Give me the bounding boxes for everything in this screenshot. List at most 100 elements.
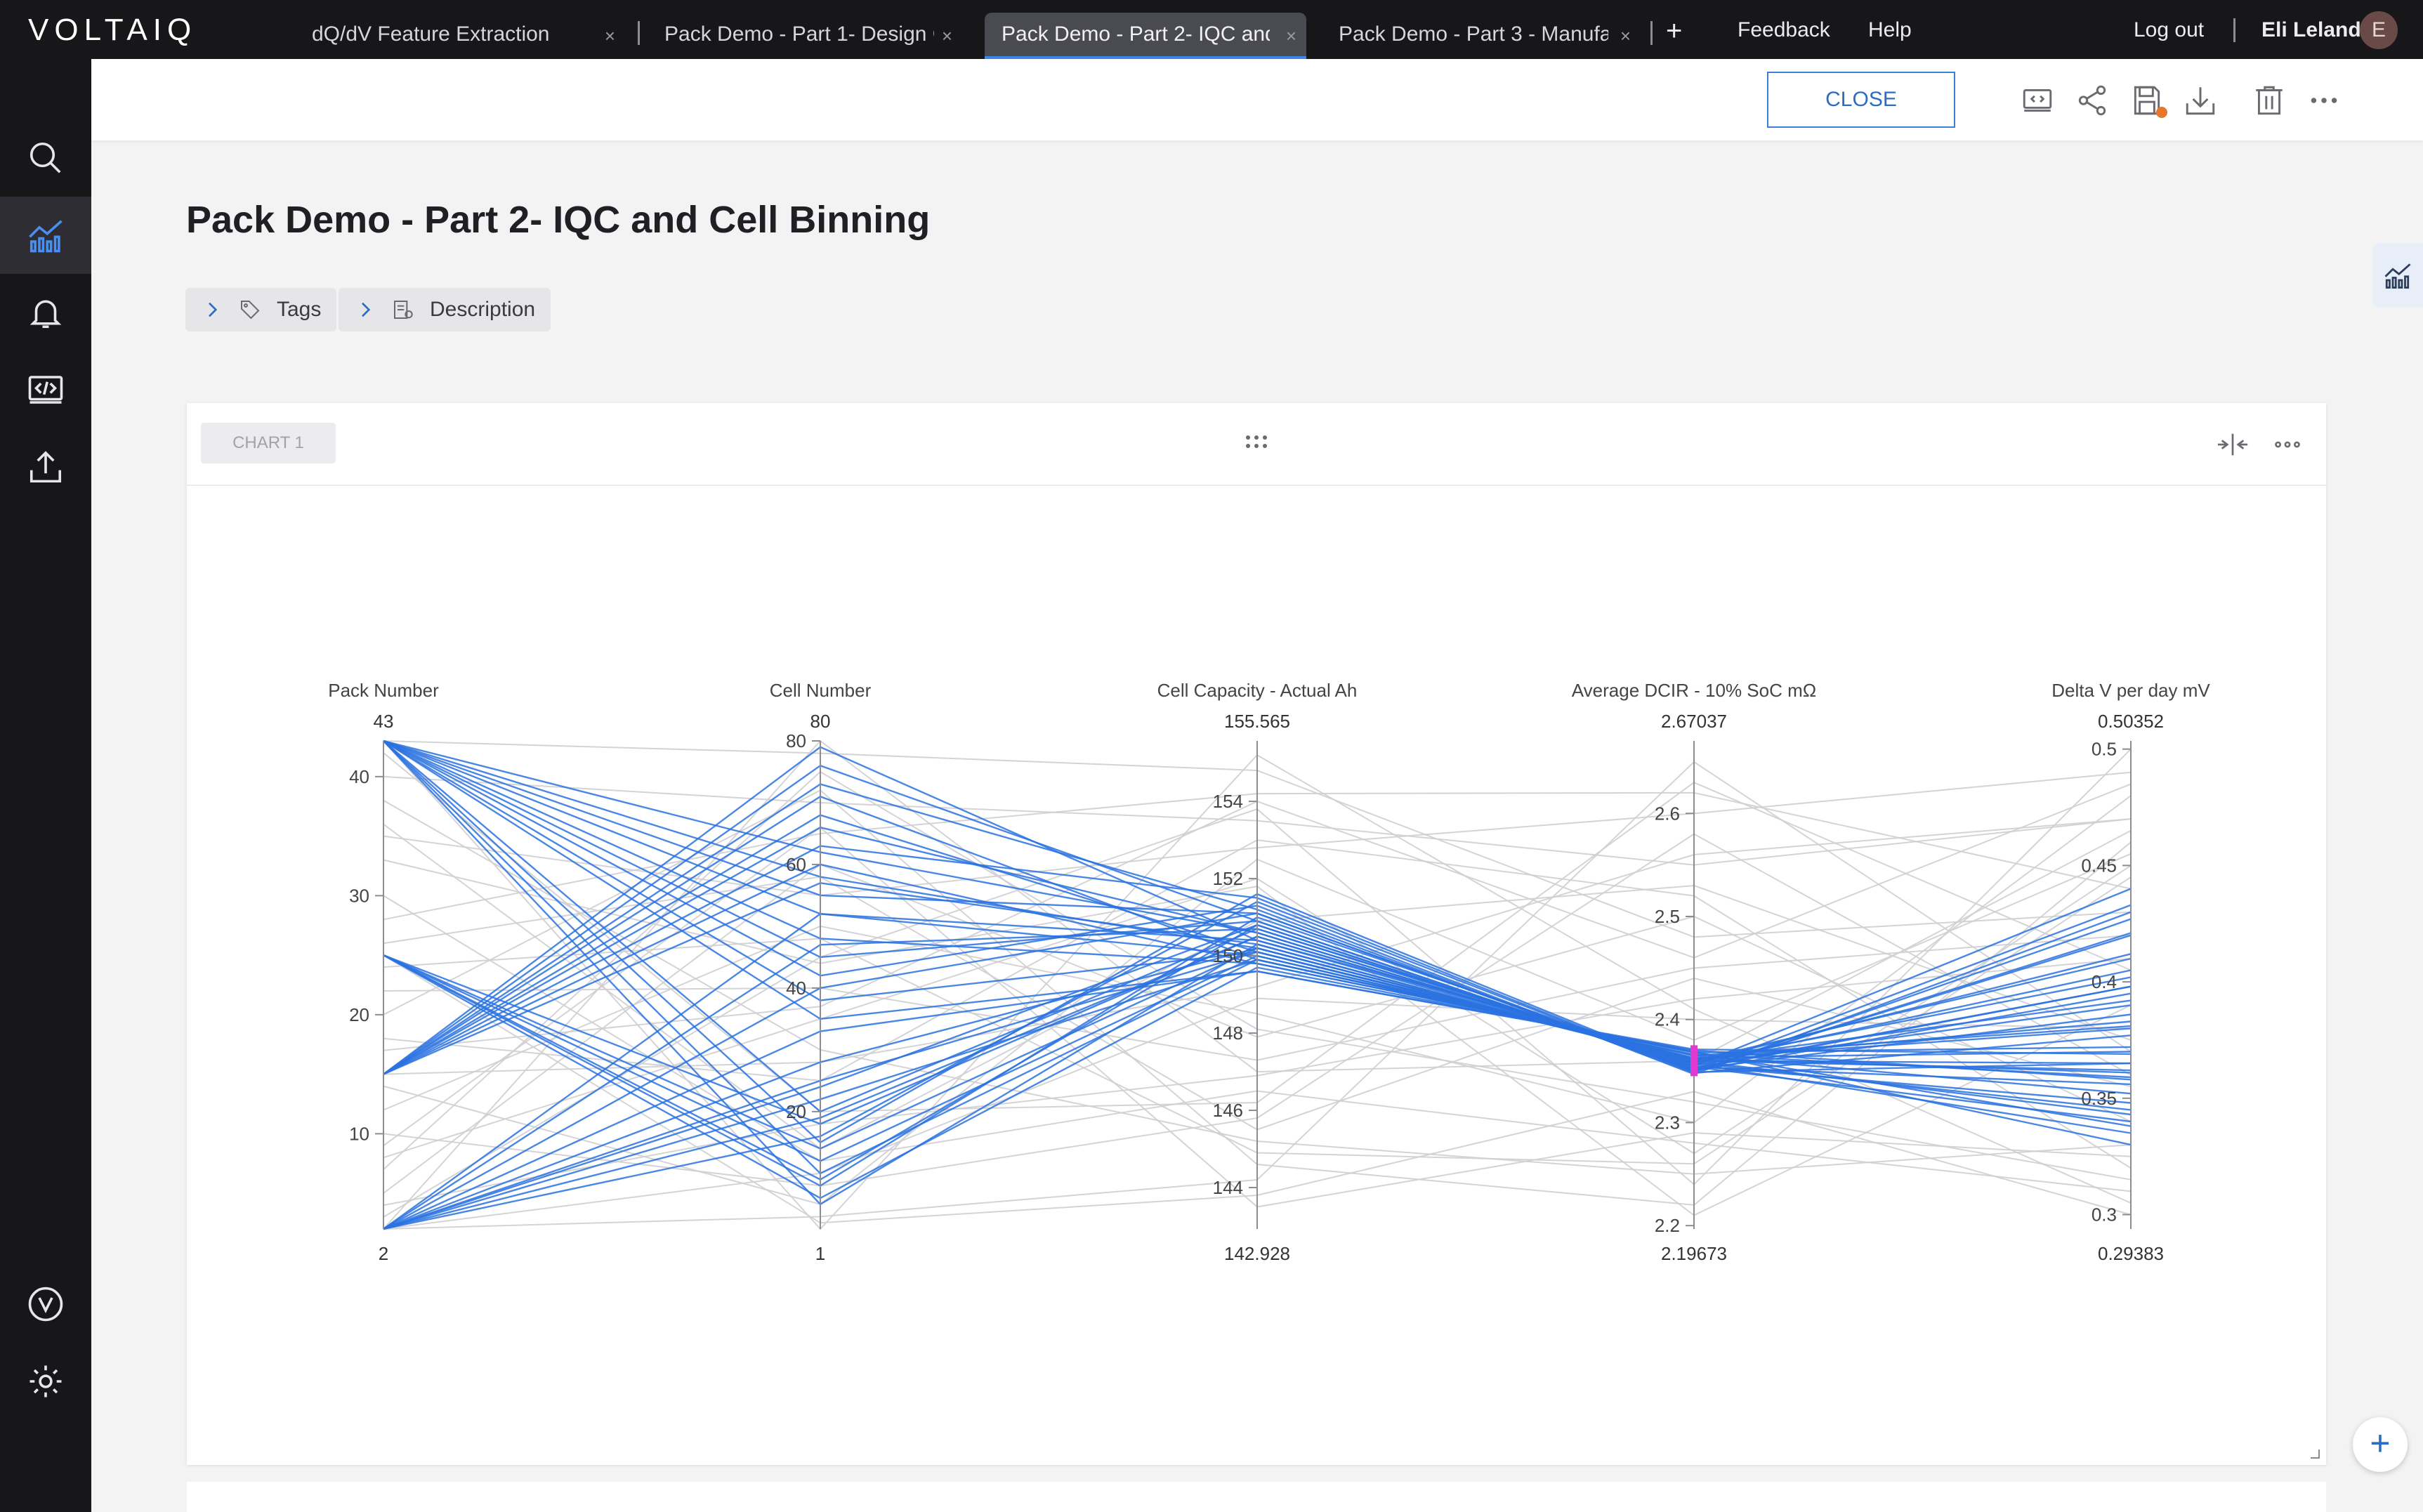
tick-label: 148: [1213, 1023, 1243, 1044]
close-button[interactable]: CLOSE: [1767, 72, 1955, 128]
chevron-right-icon: [362, 302, 371, 317]
axis-min-label: 1: [815, 1243, 825, 1264]
tab-divider: [1650, 21, 1653, 45]
description-toggle[interactable]: Description: [339, 288, 551, 331]
help-link[interactable]: Help: [1868, 18, 1912, 42]
close-icon[interactable]: ×: [942, 25, 952, 47]
tab-divider: [638, 21, 640, 45]
chart-card: CHART 1 Pack Number 43 2 10 20 30 40 Cell Numbe…: [187, 403, 2326, 1465]
resize-handle-icon[interactable]: [2308, 1447, 2322, 1461]
axis-title: Average DCIR - 10% SoC mΩ: [1572, 680, 1816, 701]
sidebar-item-upload[interactable]: [0, 428, 91, 506]
close-icon[interactable]: ×: [1286, 25, 1296, 47]
add-chart-button[interactable]: +: [2353, 1417, 2408, 1472]
sidebar-item-alerts[interactable]: [0, 274, 91, 351]
axis-title: Pack Number: [328, 680, 439, 701]
charts-icon: [29, 220, 63, 253]
tab-dqdv-feature-extraction[interactable]: dQ/dV Feature Extraction ×: [295, 13, 625, 59]
sidebar-item-search[interactable]: [0, 119, 91, 197]
collapse-width-icon[interactable]: [2217, 428, 2249, 461]
axis-min-label: 142.928: [1224, 1243, 1290, 1264]
sidebar-item-voltaiq[interactable]: [0, 1266, 91, 1343]
tab-pack-demo-part-2[interactable]: Pack Demo - Part 2- IQC and ×: [985, 13, 1306, 59]
tick-label: 146: [1213, 1100, 1243, 1121]
tab-label: dQ/dV Feature Extraction: [312, 22, 550, 46]
more-icon[interactable]: [2306, 83, 2342, 118]
embed-icon[interactable]: [2020, 83, 2055, 118]
tab-pack-demo-part-1[interactable]: Pack Demo - Part 1- Design C ×: [648, 13, 962, 59]
tick-label: 20: [786, 1101, 806, 1122]
next-chart-card: [187, 1482, 2326, 1512]
axis-max-label: 80: [810, 711, 831, 732]
tick-label: 150: [1213, 945, 1243, 966]
tick-label: 30: [349, 885, 369, 906]
share-icon[interactable]: [2075, 83, 2110, 118]
tab-label: Pack Demo - Part 1- Design C: [664, 22, 934, 46]
download-icon[interactable]: [2183, 83, 2218, 118]
tick-label: 2.3: [1655, 1112, 1680, 1133]
tab-pack-demo-part-3[interactable]: Pack Demo - Part 3 - Manufac ×: [1322, 13, 1641, 59]
sidebar-item-charts[interactable]: [0, 197, 91, 274]
tick-label: 40: [349, 766, 369, 787]
tick-label: 60: [786, 854, 806, 875]
trash-icon[interactable]: [2252, 83, 2287, 118]
axis-brush-selection[interactable]: [1690, 1045, 1698, 1077]
page-title: Pack Demo - Part 2- IQC and Cell Binning: [186, 199, 931, 241]
chevron-right-icon: [209, 302, 218, 317]
bell-icon: [29, 300, 62, 329]
code-terminal-icon: [28, 376, 63, 404]
axis-4[interactable]: Average DCIR - 10% SoC mΩ 2.67037 2.19673 2…: [1572, 680, 1816, 1264]
description-label: Description: [430, 298, 536, 321]
axis-max-label: 155.565: [1224, 711, 1290, 732]
tick-label: 2.4: [1655, 1009, 1680, 1030]
chart-more-icon[interactable]: [2271, 428, 2304, 461]
tick-label: 0.35: [2081, 1088, 2117, 1109]
axis-min-label: 0.29383: [2098, 1243, 2164, 1264]
close-icon[interactable]: ×: [1620, 25, 1631, 47]
close-icon[interactable]: ×: [605, 25, 615, 47]
voltaiq-v-icon: [28, 1287, 63, 1322]
tick-label: 80: [786, 730, 806, 751]
tick-label: 2.6: [1655, 803, 1680, 824]
axis-title: Cell Number: [770, 680, 872, 701]
tags-toggle[interactable]: Tags: [185, 288, 337, 331]
tab-label: Pack Demo - Part 2- IQC and: [1002, 22, 1270, 46]
user-name[interactable]: Eli Leland: [2261, 18, 2361, 42]
axis-max-label: 43: [374, 711, 394, 732]
charts-icon: [2384, 263, 2411, 289]
sidebar-item-settings[interactable]: [0, 1343, 91, 1420]
drag-handle-icon[interactable]: [1244, 431, 1269, 452]
voltaiq-logo[interactable]: VOLTAIQ: [28, 13, 197, 48]
axis-min-label: 2: [379, 1243, 388, 1264]
nav-divider: [2233, 18, 2235, 42]
chart-panel-toggle[interactable]: [2372, 243, 2423, 308]
tick-label: 2.2: [1655, 1215, 1680, 1236]
tick-label: 10: [349, 1123, 369, 1144]
feedback-link[interactable]: Feedback: [1738, 18, 1830, 42]
document-toolbar: CLOSE: [91, 59, 2423, 140]
axis-max-label: 2.67037: [1661, 711, 1727, 732]
add-tab-button[interactable]: +: [1666, 15, 1682, 47]
axis-max-label: 0.50352: [2098, 711, 2164, 732]
sidebar-item-code[interactable]: [0, 351, 91, 428]
tick-label: 152: [1213, 868, 1243, 889]
tick-label: 154: [1213, 791, 1243, 812]
tick-label: 0.5: [2092, 739, 2117, 760]
tick-label: 40: [786, 978, 806, 999]
chart-header: CHART 1: [187, 403, 2326, 486]
axis-min-label: 2.19673: [1661, 1243, 1727, 1264]
logout-link[interactable]: Log out: [2134, 18, 2204, 42]
top-bar: VOLTAIQ dQ/dV Feature Extraction × Pack …: [0, 0, 2423, 59]
parallel-coordinates-chart[interactable]: Pack Number 43 2 10 20 30 40 Cell Number 80 1 20 40…: [187, 486, 2326, 1465]
tick-label: 0.45: [2081, 855, 2117, 876]
tag-icon: [241, 301, 260, 320]
unsaved-indicator: [2156, 107, 2167, 118]
tick-label: 144: [1213, 1177, 1243, 1198]
axis-title: Cell Capacity - Actual Ah: [1157, 680, 1358, 701]
upload-icon: [29, 451, 62, 483]
chart-title-badge[interactable]: CHART 1: [201, 423, 336, 464]
search-icon: [29, 142, 61, 173]
avatar[interactable]: E: [2360, 11, 2398, 49]
document-icon: [394, 301, 413, 319]
tick-label: 20: [349, 1004, 369, 1025]
